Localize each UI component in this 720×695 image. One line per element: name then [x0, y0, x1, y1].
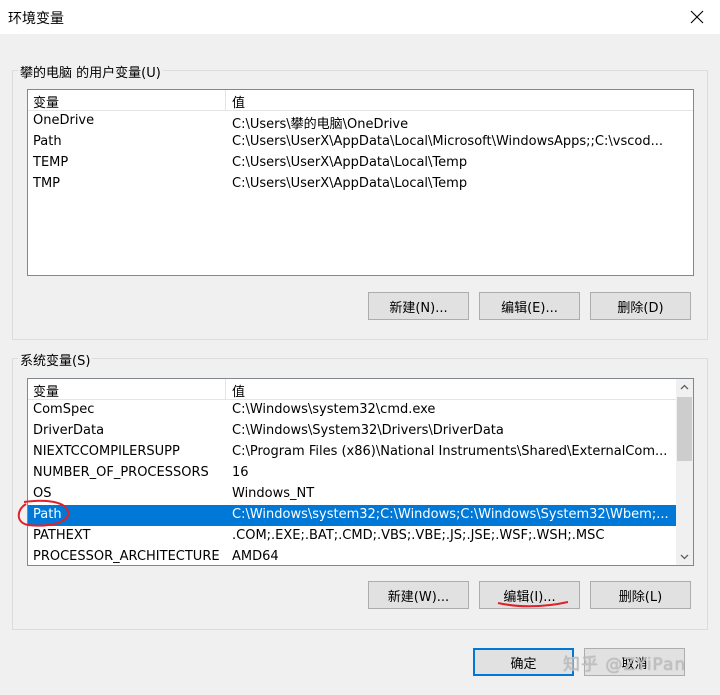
vertical-scrollbar[interactable]: [676, 379, 693, 565]
table-row[interactable]: NIEXTCCOMPILERSUPP C:\Program Files (x86)…: [28, 442, 676, 463]
scroll-down-button[interactable]: [676, 548, 693, 565]
system-vars-group-label: 系统变量(S): [18, 350, 93, 369]
system-vars-rows: ComSpec C:\Windows\system32\cmd.exe Driver…: [28, 400, 676, 565]
column-header-variable[interactable]: 变量: [33, 381, 59, 400]
table-row[interactable]: OneDrive C:\Users\攀的电脑\OneDrive: [28, 111, 693, 132]
table-row[interactable]: TMP C:\Users\UserX\AppData\Local\Temp: [28, 174, 693, 195]
column-header-value[interactable]: 值: [232, 92, 245, 111]
variable-value-cell: C:\Users\攀的电脑\OneDrive: [232, 117, 409, 132]
watermark: 知乎 @ZYiPan: [563, 655, 687, 675]
table-row[interactable]: DriverData C:\Windows\System32\Drivers\Dr…: [28, 421, 676, 442]
user-edit-button[interactable]: 编辑(E)...: [479, 292, 580, 320]
close-icon: [690, 10, 704, 24]
variable-name-cell: DriverData: [33, 423, 105, 438]
user-new-button[interactable]: 新建(N)...: [368, 292, 469, 320]
column-header-variable[interactable]: 变量: [33, 92, 59, 111]
variable-name-cell: Path: [33, 134, 62, 149]
title-bar: 环境变量: [0, 0, 720, 35]
system-edit-button[interactable]: 编辑(I)...: [479, 581, 580, 609]
table-row[interactable]: OS Windows_NT: [28, 484, 676, 505]
chevron-up-icon: [680, 384, 689, 390]
list-header: 变量 值: [28, 90, 693, 111]
table-row[interactable]: Path C:\Users\UserX\AppData\Local\Microso…: [28, 132, 693, 153]
ok-button[interactable]: 确定: [473, 648, 574, 676]
table-row[interactable]: NUMBER_OF_PROCESSORS 16: [28, 463, 676, 484]
user-vars-list[interactable]: 变量 值 OneDrive C:\Users\攀的电脑\OneDrive Path C…: [27, 89, 694, 276]
variable-value-cell: Windows_NT: [232, 486, 315, 501]
column-header-value[interactable]: 值: [232, 381, 245, 400]
variable-value-cell: C:\Users\UserX\AppData\Local\Temp: [232, 176, 468, 191]
table-row[interactable]: Path C:\Windows\system32;C:\Windows;C:\Wi…: [28, 505, 676, 526]
variable-value-cell: C:\Users\UserX\AppData\Local\Microsoft\W…: [232, 134, 663, 149]
system-delete-button[interactable]: 删除(L): [590, 581, 691, 609]
user-vars-rows: OneDrive C:\Users\攀的电脑\OneDrive Path C:\Use…: [28, 111, 693, 275]
variable-value-cell: C:\Windows\system32;C:\Windows;C:\Window…: [232, 507, 669, 522]
variable-name-cell: TEMP: [33, 155, 69, 170]
variable-name-cell: OneDrive: [33, 113, 95, 128]
variable-name-cell: PROCESSOR_ARCHITECTURE: [33, 549, 220, 564]
system-vars-list[interactable]: 变量 值 ComSpec C:\Windows\system32\cmd.exe D…: [27, 378, 694, 566]
window-title: 环境变量: [8, 11, 64, 27]
variable-name-cell: ComSpec: [33, 402, 95, 417]
variable-name-cell: TMP: [33, 176, 60, 191]
variable-value-cell: C:\Windows\System32\Drivers\DriverData: [232, 423, 504, 438]
close-button[interactable]: [674, 0, 720, 34]
variable-value-cell: .COM;.EXE;.BAT;.CMD;.VBS;.VBE;.JS;.JSE;.…: [232, 528, 605, 543]
table-row[interactable]: PATHEXT .COM;.EXE;.BAT;.CMD;.VBS;.VBE;.JS…: [28, 526, 676, 547]
system-new-button[interactable]: 新建(W)...: [368, 581, 469, 609]
variable-name-cell: Path: [33, 507, 62, 522]
table-row[interactable]: TEMP C:\Users\UserX\AppData\Local\Temp: [28, 153, 693, 174]
variable-value-cell: 16: [232, 465, 249, 480]
scroll-up-button[interactable]: [676, 379, 693, 396]
list-header: 变量 值: [28, 379, 676, 400]
variable-value-cell: C:\Program Files (x86)\National Instrume…: [232, 444, 668, 459]
variable-name-cell: NUMBER_OF_PROCESSORS: [33, 465, 209, 480]
variable-name-cell: OS: [33, 486, 52, 501]
variable-name-cell: NIEXTCCOMPILERSUPP: [33, 444, 180, 459]
column-divider[interactable]: [225, 90, 226, 110]
column-divider[interactable]: [225, 379, 226, 399]
variable-value-cell: C:\Windows\system32\cmd.exe: [232, 402, 436, 417]
user-vars-group-label: 攀的电脑 的用户变量(U): [18, 62, 163, 81]
variable-value-cell: C:\Users\UserX\AppData\Local\Temp: [232, 155, 468, 170]
table-row[interactable]: ComSpec C:\Windows\system32\cmd.exe: [28, 400, 676, 421]
scroll-thumb[interactable]: [677, 397, 692, 461]
chevron-down-icon: [680, 554, 689, 560]
table-row[interactable]: PROCESSOR_ARCHITECTURE AMD64: [28, 547, 676, 565]
user-delete-button[interactable]: 删除(D): [590, 292, 691, 320]
variable-value-cell: AMD64: [232, 549, 279, 564]
variable-name-cell: PATHEXT: [33, 528, 91, 543]
